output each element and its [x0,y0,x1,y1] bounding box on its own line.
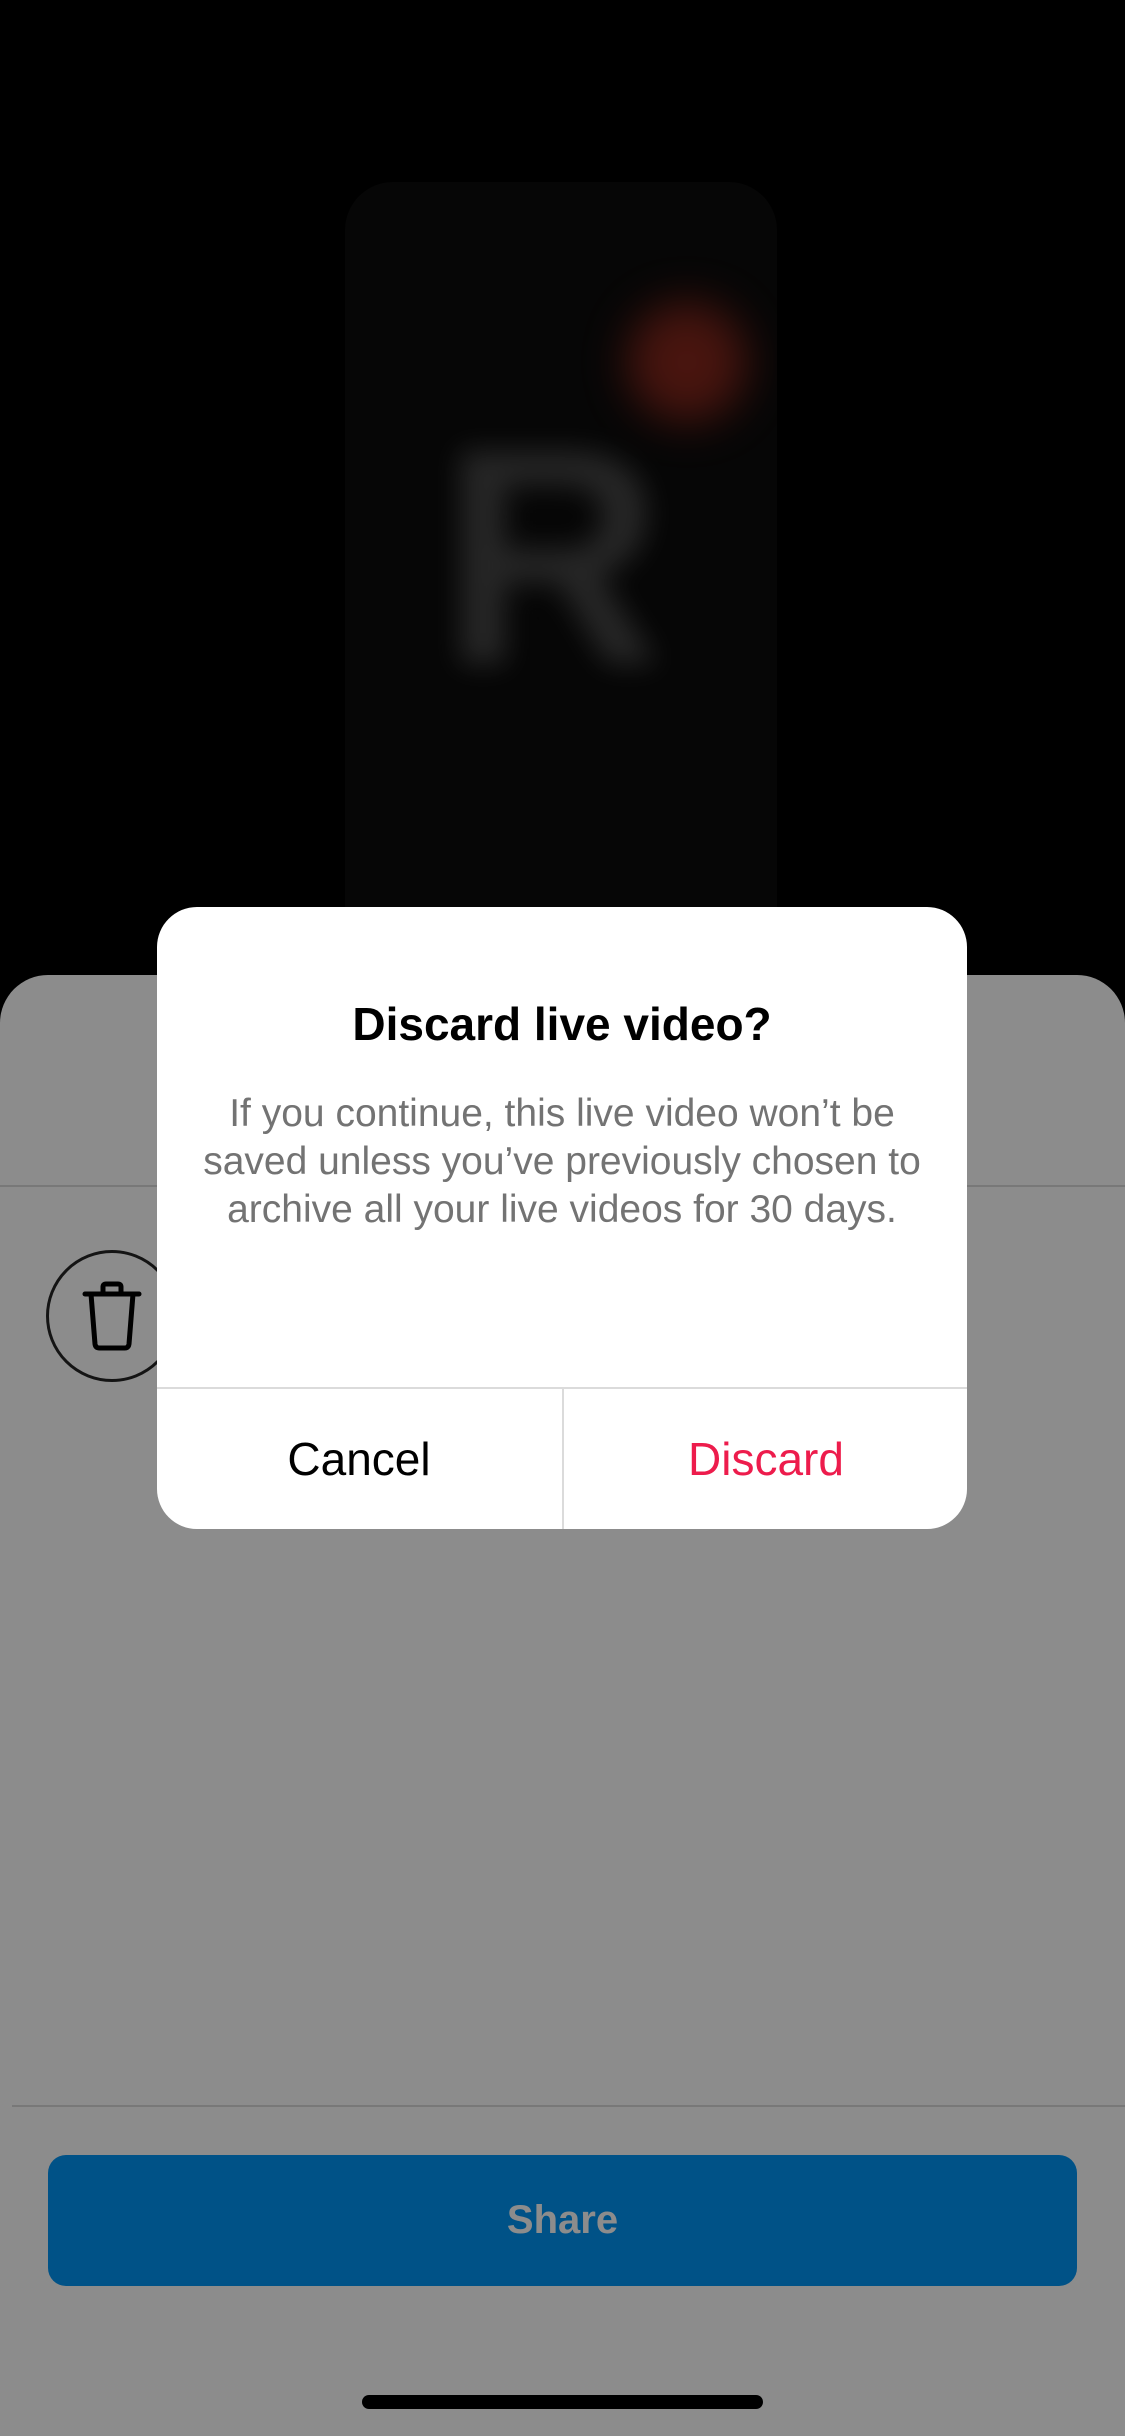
discard-alert: Discard live video? If you continue, thi… [157,907,967,1529]
home-indicator[interactable] [362,2395,763,2409]
discard-button[interactable]: Discard [564,1389,967,1529]
cancel-button[interactable]: Cancel [157,1389,561,1529]
screen: R Share Discard live video? If you conti… [0,0,1125,2436]
alert-title: Discard live video? [352,998,772,1050]
alert-message: If you continue, this live video won’t b… [203,1092,921,1231]
